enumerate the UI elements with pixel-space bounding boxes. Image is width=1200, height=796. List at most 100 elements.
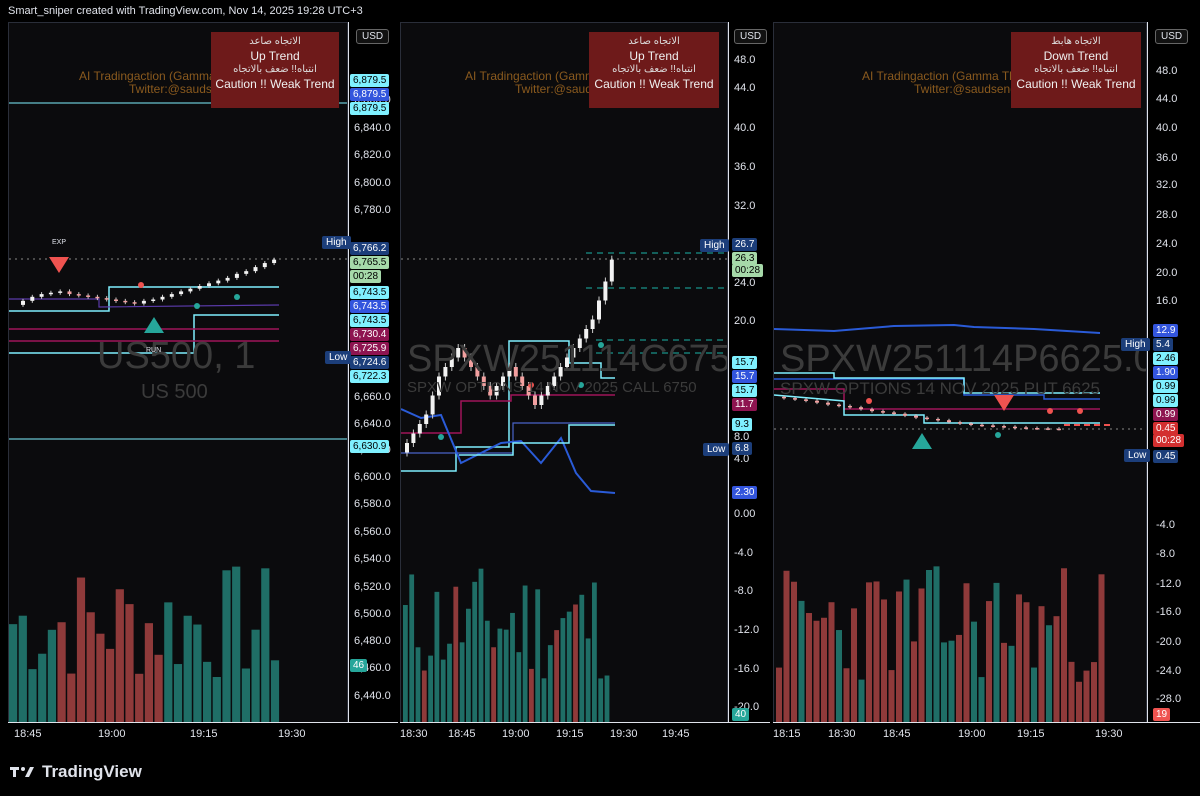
signal-dot: [138, 282, 144, 288]
price-tick: -4.0: [1156, 518, 1175, 531]
volume-bar: [806, 613, 812, 723]
price-tag: 11.7: [732, 398, 757, 411]
volume-bar: [415, 647, 421, 723]
volume-bar: [173, 664, 183, 723]
price-tick: 36.0: [734, 161, 756, 173]
volume-bar: [598, 678, 604, 723]
price-tick: 48.0: [734, 54, 756, 66]
volume-bar: [948, 640, 955, 723]
price-tick: 44.0: [734, 82, 756, 94]
low-label: Low: [325, 351, 352, 364]
chart-title: Smart_sniper created with TradingView.co…: [8, 5, 363, 17]
price-tick: -12.0: [1156, 577, 1182, 590]
price-tag: 6,765.5: [350, 256, 390, 269]
watermark-name: US 500: [141, 381, 208, 403]
price-tick: 6,660.0: [354, 391, 391, 403]
price-tag: 46: [350, 659, 368, 672]
currency-button[interactable]: USD: [734, 29, 768, 44]
volume-bar: [881, 599, 887, 723]
signal-dot: [194, 303, 200, 309]
volume-bar: [993, 582, 1000, 723]
volume-bar: [858, 679, 865, 723]
time-axis-put[interactable]: 18:15 18:30 18:45 19:00 19:15 19:30: [773, 722, 1200, 744]
candle: [234, 273, 239, 278]
volume-bar: [38, 653, 47, 723]
price-scale-put[interactable]: USD 48.0 44.0 40.0 36.0 32.0 28.0 24.0 20.0 16.0…: [1147, 22, 1200, 744]
caution-ar: انتباه!! ضعف بالاتجاه: [1034, 64, 1118, 75]
price-tick: 6,480.0: [354, 635, 391, 647]
trend-en: Down Trend: [1043, 49, 1109, 63]
time-axis-us500[interactable]: 18:45 19:00 19:15 19:30: [8, 722, 398, 744]
candle: [870, 409, 874, 412]
candle: [188, 288, 193, 292]
price-scale-us500[interactable]: USD 6,860.06,840.06,820.06,800.06,780.06…: [348, 22, 398, 744]
volume-bar: [106, 648, 115, 723]
volume-bar: [491, 647, 496, 723]
candle: [417, 424, 422, 434]
candle: [151, 299, 156, 301]
candle: [590, 319, 595, 329]
price-tag: 0.99: [1153, 380, 1179, 393]
time-axis-call[interactable]: 18:30 18:45 19:00 19:15 19:30 19:45: [400, 722, 770, 744]
price-tag: 26.7: [732, 238, 758, 251]
header-bar: Smart_sniper created with TradingView.co…: [0, 0, 1200, 22]
currency-button[interactable]: USD: [1155, 29, 1189, 44]
volume-bar: [115, 589, 124, 723]
candle: [95, 296, 100, 299]
candle: [1046, 428, 1050, 430]
candle: [207, 283, 211, 286]
price-tick: -8.0: [734, 585, 753, 597]
price-tag: 5.4: [1153, 338, 1173, 351]
volume-bar: [547, 645, 553, 723]
caution-en: Caution !! Weak Trend: [215, 77, 335, 91]
candle: [430, 395, 435, 415]
price-tag: 15.7: [732, 370, 758, 383]
volume-bar: [813, 620, 820, 723]
high-label: High: [322, 236, 351, 249]
time-label: 18:30: [828, 728, 856, 740]
volume-bar: [440, 659, 446, 723]
chart-panel-call[interactable]: SPXW251114C6750.0, 1 SPXW OPTIONS 14 NOV…: [400, 22, 728, 744]
time-label: 19:00: [958, 728, 986, 740]
candle: [244, 271, 249, 274]
signal-dot: [438, 434, 444, 440]
tradingview-logo[interactable]: TradingView: [10, 762, 142, 782]
price-tag: 0.45: [1153, 450, 1179, 463]
price-tag: 00:28: [350, 270, 382, 283]
price-tag: 2.46: [1153, 352, 1179, 365]
candle: [30, 296, 35, 301]
candle: [48, 292, 53, 295]
delta-line: [401, 408, 616, 494]
currency-button[interactable]: USD: [356, 29, 390, 44]
volume-bar: [466, 608, 471, 723]
chart-panel-us500[interactable]: US500, 1 US 500 AI Tradingaction (Gamma …: [8, 22, 348, 744]
signal-dot: [234, 294, 240, 300]
candle: [991, 425, 995, 427]
volume-bar: [1031, 667, 1037, 723]
high-label: High: [700, 239, 729, 252]
volume-bar: [896, 591, 902, 723]
volume-bar: [154, 654, 163, 723]
volume-bar: [1068, 661, 1075, 723]
candle: [1057, 428, 1061, 431]
time-label: 19:00: [98, 728, 126, 740]
low-label: Low: [703, 443, 730, 456]
price-tick: 6,800.0: [354, 177, 391, 189]
candle: [837, 404, 841, 407]
price-tick: 44.0: [1156, 92, 1178, 105]
volume-bar: [522, 585, 528, 723]
price-scale-call[interactable]: USD 48.044.040.036.032.028.024.020.08.04…: [728, 22, 770, 744]
time-label: 18:45: [883, 728, 911, 740]
time-label: 19:45: [662, 728, 690, 740]
candle: [262, 263, 267, 268]
candle: [826, 402, 830, 405]
price-tick: 32.0: [734, 200, 756, 212]
volume-bar: [978, 677, 985, 723]
volume-bar: [963, 583, 970, 723]
volume-bar: [918, 588, 925, 723]
chart-panel-put[interactable]: SPXW251114P6625.0, 1 SPXW OPTIONS 14 NOV…: [773, 22, 1147, 744]
volume-bar: [164, 602, 173, 723]
price-tag: 0.99: [1153, 394, 1179, 407]
volume-bar: [28, 669, 37, 723]
price-tag: 6,743.5: [350, 300, 390, 313]
